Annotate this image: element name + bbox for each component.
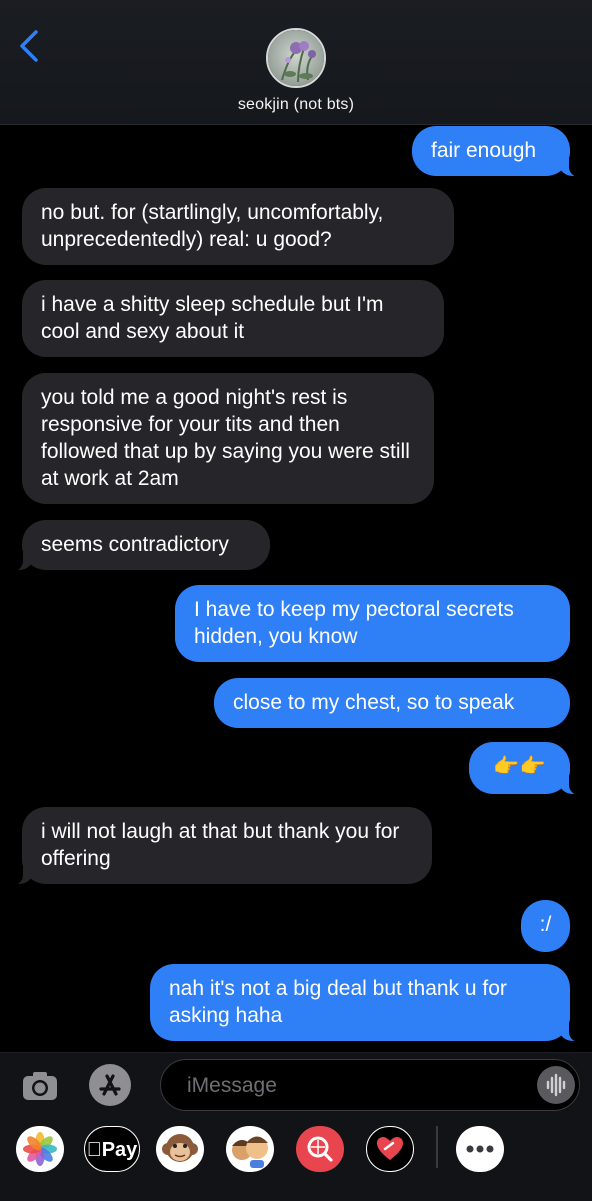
message-bubble-received[interactable]: seems contradictory: [11, 520, 270, 571]
message-bubble-received[interactable]: i have a shitty sleep schedule but I'm c…: [22, 280, 444, 357]
message-input[interactable]: [185, 1072, 519, 1100]
message-input-field[interactable]: [160, 1059, 580, 1111]
message-bubble-sent[interactable]: :/: [521, 900, 570, 952]
message-bubble-sent[interactable]: fair enough: [412, 126, 581, 177]
message-bubble-sent[interactable]: close to my chest, so to speak: [214, 678, 570, 728]
web-images-search-icon[interactable]: [296, 1126, 344, 1172]
animoji-monkey-icon[interactable]: [156, 1126, 204, 1172]
emoji-message-bubble-sent[interactable]: 👉👉: [469, 742, 581, 795]
audio-waveform-icon[interactable]: [537, 1066, 575, 1104]
contact-avatar[interactable]: [266, 28, 326, 88]
avatar-flower-image: [268, 30, 324, 86]
contact-name[interactable]: seokjin (not bts): [0, 96, 592, 114]
conversation-header: seokjin (not bts): [0, 0, 592, 125]
camera-icon[interactable]: [20, 1066, 60, 1106]
digital-touch-icon[interactable]: [366, 1126, 414, 1172]
back-chevron-icon[interactable]: [16, 28, 44, 64]
message-bubble-received[interactable]: you told me a good night's rest is respo…: [22, 373, 434, 504]
message-bubble-received[interactable]: no but. for (startlingly, uncomfortably,…: [22, 188, 454, 265]
apple-pay-label: Pay: [94, 1139, 138, 1161]
message-list[interactable]: fair enough no but. for (startlingly, un…: [0, 124, 592, 1052]
app-store-icon[interactable]: [89, 1064, 131, 1106]
photos-app-icon[interactable]: [16, 1126, 64, 1172]
message-bubble-received[interactable]: i will not laugh at that but thank you f…: [11, 807, 432, 885]
message-bubble-sent[interactable]: I have to keep my pectoral secrets hidde…: [175, 585, 570, 662]
apple-logo-icon: : [87, 1139, 102, 1161]
apple-pay-button[interactable]: Pay: [84, 1126, 140, 1172]
memoji-icon[interactable]: [226, 1126, 274, 1172]
more-apps-icon[interactable]: [456, 1126, 504, 1172]
message-bubble-sent[interactable]: nah it's not a big deal but thank u for …: [150, 964, 581, 1042]
app-drawer-divider: [436, 1126, 438, 1168]
